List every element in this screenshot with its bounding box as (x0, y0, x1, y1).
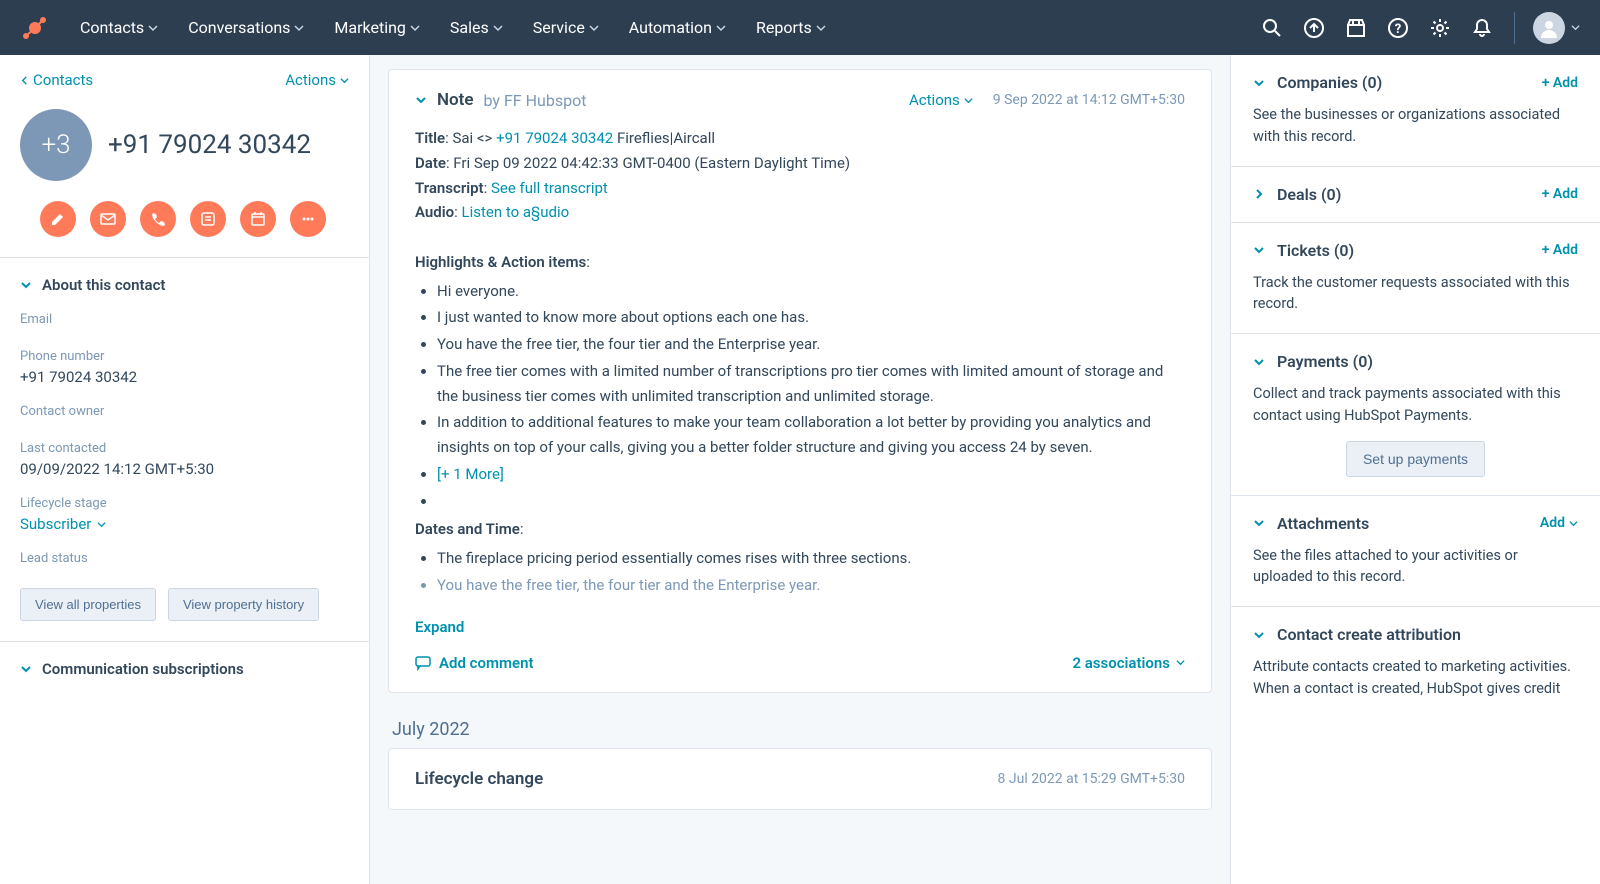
svg-text:?: ? (1395, 22, 1401, 37)
settings-icon[interactable] (1430, 18, 1450, 38)
right-sidebar: Companies (0) + Add See the businesses o… (1230, 55, 1600, 884)
contact-name: +91 79024 30342 (108, 130, 311, 160)
companies-desc: See the businesses or organizations asso… (1253, 104, 1578, 148)
nav-conversations[interactable]: Conversations (188, 18, 304, 37)
add-attachment-button[interactable]: Add (1540, 515, 1578, 531)
email-label: Email (20, 312, 349, 327)
attribution-section-header[interactable]: Contact create attribution (1253, 625, 1461, 644)
associations-dropdown[interactable]: 2 associations (1072, 654, 1185, 672)
upgrade-icon[interactable] (1304, 18, 1324, 38)
lifecycle-timestamp: 8 Jul 2022 at 15:29 GMT+5:30 (998, 771, 1185, 787)
expand-button[interactable]: Expand (415, 618, 464, 636)
see-transcript-link[interactable]: See full transcript (491, 179, 608, 197)
attribution-desc: Attribute contacts created to marketing … (1253, 656, 1578, 700)
month-header: July 2022 (392, 719, 1212, 740)
note-card: Note by FF Hubspot Actions 9 Sep 2022 at… (388, 69, 1212, 693)
tickets-section-header[interactable]: Tickets (0) (1253, 241, 1354, 260)
phone-value[interactable]: +91 79024 30342 (20, 368, 349, 386)
left-sidebar: Contacts Actions +3 +91 79024 30342 Abou… (0, 55, 370, 884)
owner-label: Contact owner (20, 404, 349, 419)
last-contacted-value: 09/09/2022 14:12 GMT+5:30 (20, 460, 349, 478)
collapse-icon[interactable] (415, 94, 427, 106)
note-actions-dropdown[interactable]: Actions (909, 91, 973, 109)
title-phone-link[interactable]: +91 79024 30342 (496, 129, 613, 147)
nav-service[interactable]: Service (533, 18, 599, 37)
communication-subscriptions-header[interactable]: Communication subscriptions (0, 641, 369, 696)
notifications-icon[interactable] (1472, 18, 1492, 38)
back-to-contacts[interactable]: Contacts (20, 71, 93, 89)
add-deal-button[interactable]: + Add (1542, 186, 1578, 202)
more-link[interactable]: [+ 1 More] (437, 465, 504, 483)
add-company-button[interactable]: + Add (1542, 75, 1578, 91)
payments-desc: Collect and track payments associated wi… (1253, 383, 1578, 427)
lead-status-label: Lead status (20, 551, 349, 566)
deals-section-header[interactable]: Deals (0) (1253, 185, 1341, 204)
companies-section-header[interactable]: Companies (0) (1253, 73, 1382, 92)
lifecycle-label: Lifecycle stage (20, 496, 349, 511)
phone-label: Phone number (20, 349, 349, 364)
email-button[interactable] (90, 201, 126, 237)
top-nav: Contacts Conversations Marketing Sales S… (0, 0, 1600, 55)
add-comment-button[interactable]: Add comment (415, 654, 534, 672)
payments-section-header[interactable]: Payments (0) (1253, 352, 1373, 371)
nav-sales[interactable]: Sales (450, 18, 503, 37)
nav-automation[interactable]: Automation (629, 18, 726, 37)
activity-timeline: Note by FF Hubspot Actions 9 Sep 2022 at… (370, 55, 1230, 884)
view-all-properties-button[interactable]: View all properties (20, 588, 156, 621)
tickets-desc: Track the customer requests associated w… (1253, 272, 1578, 316)
note-timestamp: 9 Sep 2022 at 14:12 GMT+5:30 (993, 92, 1185, 108)
listen-audio-link[interactable]: Listen to a§udio (462, 203, 570, 221)
last-contacted-label: Last contacted (20, 441, 349, 456)
nav-contacts[interactable]: Contacts (80, 18, 158, 37)
contact-avatar: +3 (20, 109, 92, 181)
call-button[interactable] (140, 201, 176, 237)
task-button[interactable] (240, 201, 276, 237)
add-ticket-button[interactable]: + Add (1542, 242, 1578, 258)
note-author: by FF Hubspot (484, 91, 587, 110)
more-button[interactable] (290, 201, 326, 237)
search-icon[interactable] (1262, 18, 1282, 38)
marketplace-icon[interactable] (1346, 18, 1366, 38)
log-button[interactable] (190, 201, 226, 237)
attachments-section-header[interactable]: Attachments (1253, 514, 1369, 533)
setup-payments-button[interactable]: Set up payments (1346, 441, 1485, 477)
lifecycle-value[interactable]: Subscriber (20, 515, 349, 533)
nav-items: Contacts Conversations Marketing Sales S… (80, 18, 826, 37)
lifecycle-card: Lifecycle change 8 Jul 2022 at 15:29 GMT… (388, 748, 1212, 810)
help-icon[interactable]: ? (1388, 18, 1408, 38)
note-button[interactable] (40, 201, 76, 237)
account-menu[interactable] (1514, 12, 1580, 44)
hubspot-logo[interactable] (20, 13, 50, 43)
note-body: Title: Sai <> +91 79024 30342 Fireflies|… (415, 126, 1185, 598)
about-section-header[interactable]: About this contact (0, 257, 369, 312)
lifecycle-change-title: Lifecycle change (415, 769, 543, 789)
attachments-desc: See the files attached to your activitie… (1253, 545, 1578, 589)
nav-marketing[interactable]: Marketing (334, 18, 419, 37)
view-property-history-button[interactable]: View property history (168, 588, 319, 621)
user-avatar-icon (1533, 12, 1565, 44)
note-label: Note (437, 90, 474, 110)
contact-actions-dropdown[interactable]: Actions (285, 71, 349, 89)
nav-reports[interactable]: Reports (756, 18, 826, 37)
